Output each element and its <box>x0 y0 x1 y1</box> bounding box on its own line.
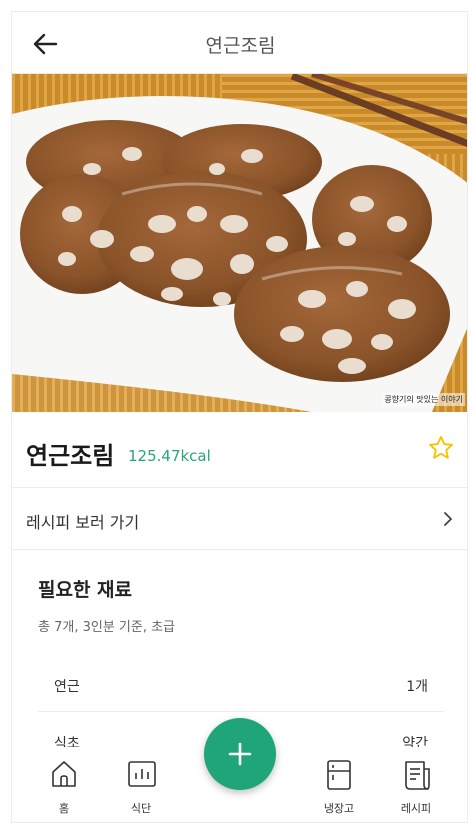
top-bar: 연근조림 <box>12 12 467 74</box>
lotus-root-photo <box>12 74 467 412</box>
nav-home[interactable]: 홈 <box>34 747 94 822</box>
chart-icon <box>128 761 156 787</box>
recipe-icon <box>405 761 430 790</box>
nav-fridge-label: 냉장고 <box>323 802 355 815</box>
ingredient-name: 연근 <box>54 679 80 695</box>
nav-diet-label: 식단 <box>130 802 152 815</box>
nav-diet[interactable]: 식단 <box>111 747 171 822</box>
dish-photo: 콩향기의 맛있는 이야기 <box>12 74 467 412</box>
fridge-icon <box>327 760 351 790</box>
home-icon <box>52 761 76 787</box>
favorite-button[interactable] <box>427 434 455 462</box>
add-button[interactable] <box>204 718 276 790</box>
dish-name: 연근조림 <box>26 442 115 470</box>
star-icon <box>429 435 453 459</box>
nav-recipe-label: 레시피 <box>400 802 432 815</box>
photo-watermark: 콩향기의 맛있는 이야기 <box>382 393 465 406</box>
ingredient-quantity: 1개 <box>406 679 428 695</box>
calorie-value: 125.47kcal <box>128 447 211 465</box>
page-title: 연근조림 <box>205 35 276 57</box>
dish-title-row: 연근조림 125.47kcal <box>12 412 467 488</box>
ingredients-title: 필요한 재료 <box>38 579 133 601</box>
ingredients-summary: 총 7개, 3인분 기준, 초급 <box>38 620 176 635</box>
view-recipe-label: 레시피 보러 가기 <box>26 513 140 532</box>
nav-home-label: 홈 <box>58 802 70 815</box>
nav-recipe[interactable]: 레시피 <box>386 747 446 822</box>
nav-fridge[interactable]: 냉장고 <box>309 747 369 822</box>
view-recipe-link[interactable]: 레시피 보러 가기 <box>12 488 467 550</box>
ingredient-row: 연근 1개 <box>38 656 444 712</box>
chevron-right-icon <box>444 512 452 526</box>
app-frame: 연근조림 콩향기의 맛있는 이야기 연근조림 125.47kcal 레시피 보러… <box>11 11 468 823</box>
plus-icon <box>228 742 252 766</box>
